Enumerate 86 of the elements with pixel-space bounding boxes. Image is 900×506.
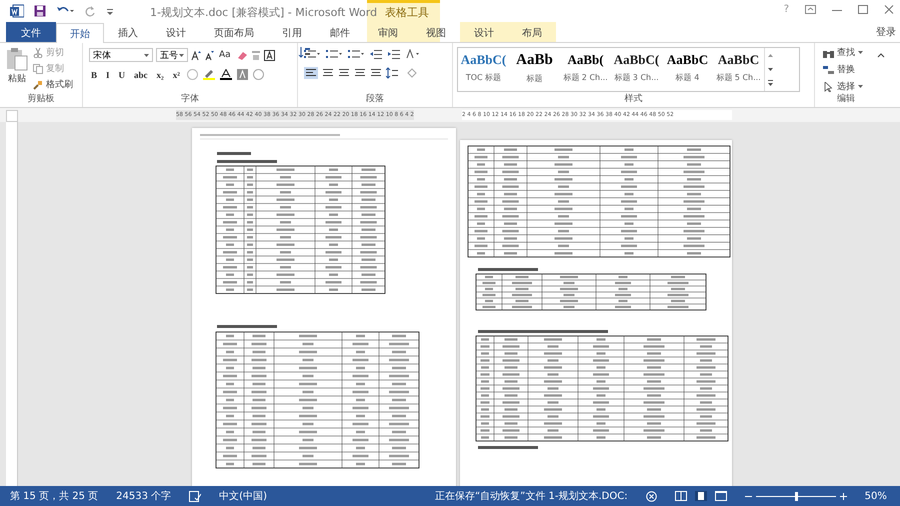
replace-icon[interactable] (823, 64, 834, 74)
ribbon-display-icon[interactable] (805, 5, 816, 14)
ribbon-tab[interactable]: 视图 (412, 22, 460, 42)
distribute-icon[interactable] (370, 67, 382, 79)
window-title: 1-规划文本.doc [兼容模式] - Microsoft Word (150, 5, 378, 20)
char-border-icon[interactable] (264, 50, 275, 60)
char-shading-icon[interactable] (236, 69, 248, 80)
collapse-ribbon-icon[interactable] (877, 52, 885, 58)
align-left-icon[interactable] (304, 67, 318, 79)
cursor-icon[interactable] (823, 82, 834, 92)
zoom-thumb[interactable] (794, 492, 798, 500)
eraser-icon[interactable] (236, 50, 248, 60)
caret-icon[interactable] (858, 51, 863, 54)
find-button[interactable]: 查找 (837, 46, 855, 59)
format-button[interactable]: U (116, 70, 128, 80)
style-item[interactable]: AaBbC 标题 4 (662, 48, 713, 91)
group-label: 段落 (365, 92, 385, 105)
replace-button[interactable]: 替换 (837, 63, 855, 76)
caret-icon[interactable] (858, 85, 863, 88)
group-label: 剪贴板 (26, 92, 56, 105)
format-button[interactable]: B (89, 70, 100, 80)
decrease-indent-icon[interactable] (370, 49, 382, 59)
sort-icon[interactable] (298, 46, 312, 58)
align-right-icon[interactable] (338, 67, 350, 79)
paste-button[interactable]: 粘贴 (8, 72, 26, 85)
align-center-icon[interactable] (322, 67, 334, 79)
ribbon-tab[interactable]: 引用 (268, 22, 316, 42)
paste-icon[interactable] (6, 47, 28, 71)
format-button[interactable]: x² (170, 70, 182, 80)
format-painter-button[interactable]: 格式刷 (46, 78, 73, 91)
ribbon-tab[interactable]: 页面布局 (200, 22, 268, 42)
format-button[interactable]: abc (132, 70, 150, 80)
group-label: 样式 (624, 92, 644, 105)
format-button[interactable]: x₂ (154, 70, 166, 80)
language-indicator[interactable]: 中文(中国) (219, 489, 267, 503)
zoom-in-icon[interactable] (840, 492, 847, 500)
page-count[interactable]: 第 15 页，共 25 页 (10, 489, 98, 503)
style-item[interactable]: AaBbC( TOC 标题 (458, 48, 509, 91)
style-item[interactable]: AaBb( 标题 2 Ch... (560, 48, 611, 91)
ribbon-tab[interactable]: 布局 (508, 22, 556, 42)
ribbon-tab[interactable]: 文件 (6, 22, 56, 42)
read-mode-icon[interactable] (674, 491, 687, 501)
bullets-icon[interactable] (304, 49, 320, 59)
increase-indent-icon[interactable] (388, 49, 400, 59)
caret-icon[interactable] (144, 54, 149, 56)
style-item[interactable]: AaBbC 标题 5 Ch... (713, 48, 764, 91)
word-count[interactable]: 24533 个字 (116, 489, 172, 503)
proofing-icon[interactable] (189, 490, 202, 502)
font-color-icon[interactable] (220, 69, 232, 80)
asian-layout-icon[interactable] (406, 49, 420, 59)
highlight-icon[interactable] (202, 69, 215, 80)
zoom-level[interactable]: 50% (864, 490, 887, 502)
font-name-field[interactable]: 宋体 (89, 48, 153, 62)
word-icon[interactable] (10, 4, 24, 18)
style-item[interactable]: AaBb 标题 (509, 48, 560, 91)
change-case-button[interactable]: Aa (217, 50, 233, 60)
font-size-field[interactable]: 五号 (156, 48, 188, 62)
caret-icon[interactable] (179, 54, 184, 56)
style-item[interactable]: AaBbC( 标题 3 Ch... (611, 48, 662, 91)
ribbon-tab[interactable]: 开始 (56, 23, 104, 43)
group-label: 编辑 (836, 92, 856, 105)
ribbon-tab[interactable]: 审阅 (364, 22, 412, 42)
numbering-icon[interactable] (326, 49, 342, 59)
group-label: 字体 (180, 92, 200, 105)
multilevel-list-icon[interactable] (348, 49, 364, 59)
ribbon-tab[interactable]: 邮件 (316, 22, 364, 42)
customize-icon[interactable] (106, 6, 114, 16)
justify-icon[interactable] (354, 67, 366, 79)
brush-icon[interactable] (33, 80, 43, 90)
format-button[interactable]: I (104, 70, 112, 80)
web-layout-icon[interactable] (714, 491, 727, 501)
select-button[interactable]: 选择 (837, 80, 855, 93)
ribbon-tab[interactable]: 设计 (460, 22, 508, 42)
status-message: 正在保存“自动恢复”文件 1-规划文本.DOC: (434, 490, 628, 503)
grow-font-icon[interactable] (191, 50, 201, 60)
sign-in-link[interactable]: 登录 (876, 25, 896, 39)
cancel-save-icon[interactable] (646, 490, 657, 502)
ribbon-tab[interactable]: 设计 (152, 22, 200, 42)
close-icon[interactable] (884, 5, 894, 14)
ribbon-tab[interactable]: 插入 (104, 22, 152, 42)
print-layout-icon[interactable] (694, 491, 707, 501)
scissors-icon[interactable] (33, 48, 43, 58)
save-icon[interactable] (34, 5, 46, 17)
shrink-font-icon[interactable] (204, 50, 214, 60)
context-group-label: 表格工具 (385, 5, 429, 20)
maximize-icon[interactable] (858, 5, 868, 14)
